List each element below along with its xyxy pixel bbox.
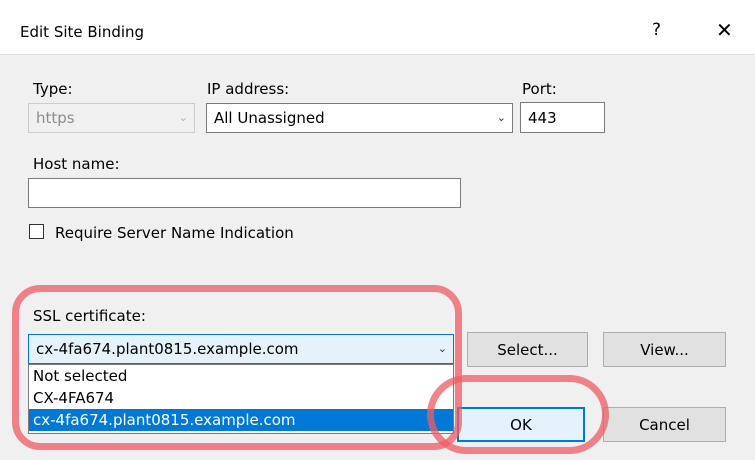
select-button[interactable]: Select... <box>467 332 588 367</box>
dropdown-option-fqdn[interactable]: cx-4fa674.plant0815.example.com <box>29 409 453 431</box>
ssl-certificate-label: SSL certificate: <box>33 307 146 325</box>
host-name-input[interactable] <box>28 178 461 208</box>
ssl-certificate-select[interactable]: cx-4fa674.plant0815.example.com ⌄ <box>28 334 454 364</box>
ip-address-label: IP address: <box>207 80 290 98</box>
type-value: https <box>36 109 75 127</box>
chevron-down-icon: ⌄ <box>437 341 447 355</box>
type-select[interactable]: https ⌄ <box>28 103 195 133</box>
port-input[interactable]: 443 <box>520 102 605 133</box>
dropdown-option-cx-4fa674[interactable]: CX-4FA674 <box>29 387 453 409</box>
sni-checkbox[interactable] <box>29 224 44 239</box>
ssl-certificate-dropdown-list: Not selected CX-4FA674 cx-4fa674.plant08… <box>28 364 454 434</box>
ip-address-select[interactable]: All Unassigned ⌄ <box>206 103 513 133</box>
cancel-button[interactable]: Cancel <box>603 407 726 442</box>
ok-button[interactable]: OK <box>457 407 585 442</box>
ip-address-value: All Unassigned <box>214 109 325 127</box>
sni-label[interactable]: Require Server Name Indication <box>55 224 294 242</box>
ssl-certificate-value: cx-4fa674.plant0815.example.com <box>36 340 299 358</box>
port-label: Port: <box>522 80 557 98</box>
dialog-title: Edit Site Binding <box>20 23 145 41</box>
host-name-label: Host name: <box>33 155 120 173</box>
help-button[interactable]: ? <box>652 20 661 40</box>
type-label: Type: <box>33 80 73 98</box>
chevron-down-icon: ⌄ <box>178 110 188 124</box>
dropdown-option-not-selected[interactable]: Not selected <box>29 365 453 387</box>
view-button[interactable]: View... <box>603 332 726 367</box>
chevron-down-icon: ⌄ <box>496 110 506 124</box>
title-bar: Edit Site Binding ? ✕ <box>0 0 755 55</box>
port-value: 443 <box>528 108 557 127</box>
close-button[interactable]: ✕ <box>716 18 733 42</box>
